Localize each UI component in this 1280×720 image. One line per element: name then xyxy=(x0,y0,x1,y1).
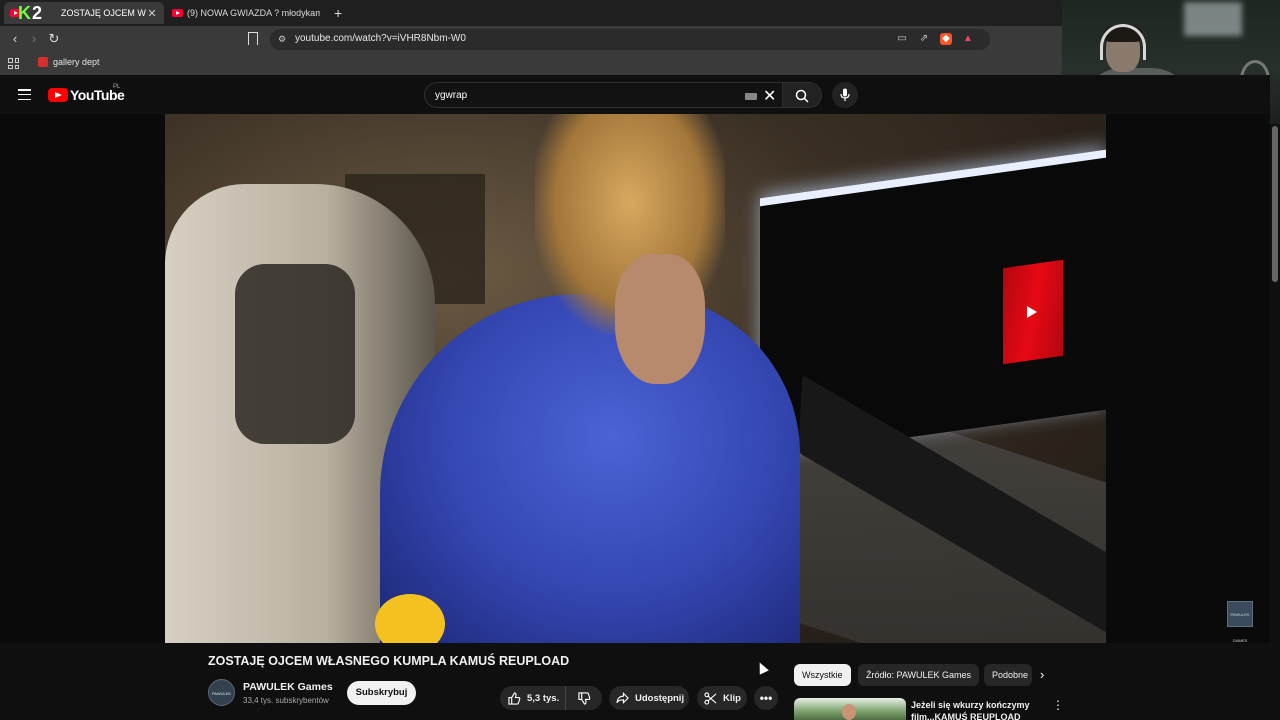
cast-icon[interactable]: ▭ xyxy=(896,33,908,45)
reload-icon[interactable]: ↻ xyxy=(46,31,62,47)
clear-search-icon[interactable]: ✕ xyxy=(763,86,776,106)
chip-from-channel[interactable]: Źródło: PAWULEK Games xyxy=(858,664,980,686)
bookmark-icon[interactable] xyxy=(248,32,258,45)
thumbs-up-icon xyxy=(508,691,521,705)
share-page-icon[interactable]: ⇗ xyxy=(918,33,930,45)
keyboard-icon[interactable] xyxy=(745,93,757,100)
url-text[interactable]: youtube.com/watch?v=iVHR8Nbm-W0 xyxy=(295,33,466,44)
subscribe-button[interactable]: Subskrybuj xyxy=(347,681,416,705)
rewards-icon[interactable]: ▲ xyxy=(962,33,974,45)
country-code: PL xyxy=(113,84,121,90)
youtube-play-icon xyxy=(48,88,68,102)
scissors-icon xyxy=(704,691,717,705)
toolbar-icons: ▭ ⇗ ◆ ▲ xyxy=(896,33,974,45)
channel-name[interactable]: PAWULEK Games xyxy=(243,681,333,693)
search-value[interactable]: ygwrap xyxy=(435,90,467,101)
bookmark-favicon-icon xyxy=(38,57,48,67)
more-vertical-icon[interactable]: ⋮ xyxy=(1052,698,1064,712)
person-hoodie xyxy=(380,294,800,643)
tab-title: (9) NOWA GWIAZDA ? młodykamil - xyxy=(187,8,320,18)
search-button[interactable] xyxy=(783,82,822,108)
play-icon xyxy=(1027,306,1037,318)
close-tab-icon[interactable]: ✕ xyxy=(146,7,158,20)
apps-grid-icon[interactable] xyxy=(8,58,19,69)
back-icon[interactable]: ‹ xyxy=(7,31,23,47)
new-tab-button[interactable]: + xyxy=(334,5,342,21)
stream-overlay-logo: K2 xyxy=(18,2,43,23)
chevron-right-icon[interactable]: › xyxy=(1040,667,1044,682)
browser-toolbar: ‹ › ↻ ⚙ youtube.com/watch?v=iVHR8Nbm-W0 … xyxy=(0,26,1062,53)
chip-all[interactable]: Wszystkie xyxy=(794,664,851,686)
bookmarks-bar: gallery dept xyxy=(0,53,1062,75)
brave-shields-icon[interactable]: ◆ xyxy=(940,33,952,45)
bookmark-gallery-dept[interactable]: gallery dept xyxy=(38,57,100,67)
video-title: ZOSTAJĘ OJCEM WŁASNEGO KUMPLA KAMUŚ REUP… xyxy=(208,654,570,668)
tab-inactive[interactable]: (9) NOWA GWIAZDA ? młodykamil - xyxy=(166,2,326,24)
youtube-favicon-icon xyxy=(172,9,183,17)
site-info-icon[interactable]: ⚙ xyxy=(278,34,286,45)
more-horizontal-icon: ••• xyxy=(759,691,773,705)
search-icon xyxy=(795,89,809,103)
scrollbar-thumb[interactable] xyxy=(1272,126,1278,282)
menu-icon[interactable] xyxy=(18,89,31,100)
forward-icon[interactable]: › xyxy=(26,31,42,47)
like-button[interactable]: 5,3 tys. xyxy=(500,686,566,710)
page-scrollbar[interactable] xyxy=(1270,124,1280,720)
channel-avatar[interactable]: PAWULEK xyxy=(208,679,235,706)
recommendation-title[interactable]: Jeżeli się wkurzy kończymy film...KAMUŚ … xyxy=(911,699,1041,720)
share-icon xyxy=(616,692,629,704)
more-actions-button[interactable]: ••• xyxy=(754,686,778,710)
mouse-cursor-icon xyxy=(755,660,769,675)
like-count: 5,3 tys. xyxy=(527,692,560,704)
microphone-icon xyxy=(840,88,850,101)
clip-button[interactable]: Klip xyxy=(697,686,747,710)
thumbs-down-icon xyxy=(577,691,590,705)
address-bar[interactable]: ⚙ youtube.com/watch?v=iVHR8Nbm-W0 xyxy=(270,29,990,50)
video-player[interactable] xyxy=(165,114,1106,643)
channel-watermark[interactable]: PAWULEK GAMES xyxy=(1227,601,1253,643)
subscriber-count: 33,4 tys. subskrybentów xyxy=(243,696,329,705)
dislike-button[interactable] xyxy=(566,691,602,705)
voice-search-button[interactable] xyxy=(832,82,858,108)
tab-title: ZOSTAJĘ OJCEM WŁASNEGO xyxy=(61,8,146,18)
recommendation-thumbnail[interactable] xyxy=(794,698,906,720)
search-input[interactable]: ygwrap ✕ xyxy=(424,82,783,108)
like-dislike-group: 5,3 tys. xyxy=(500,686,602,710)
chip-related[interactable]: Podobne xyxy=(984,664,1032,686)
youtube-header: YouTube PL ygwrap ✕ xyxy=(0,75,1270,115)
browser-tab-bar: ZOSTAJĘ OJCEM WŁASNEGO ✕ K2 (9) NOWA GWI… xyxy=(0,0,1062,26)
share-button[interactable]: Udostępnij xyxy=(609,686,689,710)
